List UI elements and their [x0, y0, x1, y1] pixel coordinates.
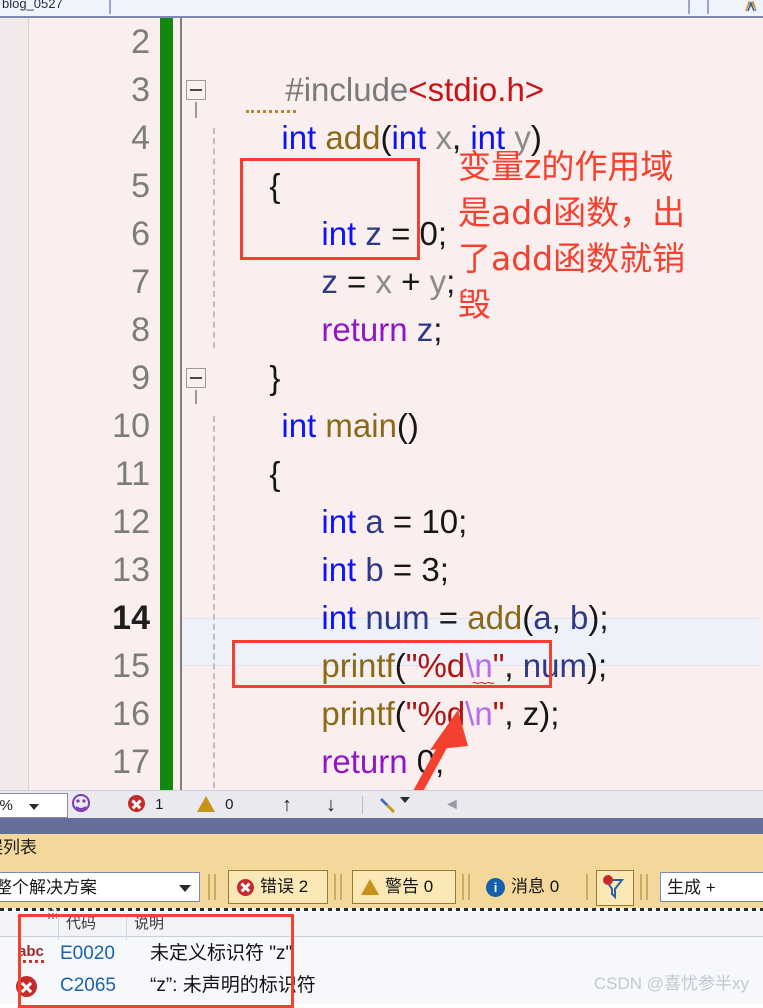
toolbar-divider [640, 874, 642, 900]
tab-blog-0527[interactable]: blog_0527 [0, 0, 71, 16]
line-number: 12 [112, 503, 150, 541]
collapse-panel-button[interactable]: ◄ [444, 795, 460, 815]
code-line[interactable]: 17 } [0, 738, 763, 786]
toolbar-divider [462, 874, 464, 900]
toolbar-divider [208, 874, 210, 900]
scope-combobox[interactable]: 整个解决方案 [0, 872, 200, 902]
line-number: 17 [112, 743, 150, 781]
chevron-down-icon[interactable] [29, 804, 39, 810]
errors-chip-label: 错误 2 [260, 877, 309, 896]
info-icon: i [486, 877, 505, 897]
annotation-box-printf-z [232, 640, 552, 688]
error-icon [128, 795, 145, 812]
line-number: 14 [112, 599, 150, 637]
warning-icon [197, 796, 215, 812]
build-filter-combobox[interactable]: 生成 + IntelliSens [660, 872, 763, 927]
chevron-down-icon[interactable] [179, 885, 191, 892]
line-number: 4 [131, 119, 150, 157]
vs-color-swatch-icon [745, 0, 759, 12]
line-number: 13 [112, 551, 150, 589]
scope-value: 整个解决方案 [0, 878, 97, 897]
status-divider [362, 796, 363, 814]
messages-filter-button[interactable]: i 消息 0 [478, 870, 582, 904]
chevron-down-icon[interactable] [400, 797, 410, 803]
collapse-toggle-icon[interactable] [186, 368, 206, 388]
filter-button[interactable] [596, 870, 634, 906]
next-issue-button[interactable]: ↓ [326, 795, 336, 815]
error-count-value: 1 [155, 796, 164, 813]
annotation-box-z-declaration [240, 158, 420, 260]
line-number: 15 [112, 647, 150, 685]
previous-issue-button[interactable]: ↑ [282, 795, 292, 815]
warning-icon [361, 879, 379, 895]
intellisense-icon[interactable] [70, 793, 92, 821]
code-line[interactable]: 12 int b = 3; [0, 498, 763, 588]
annotation-note-scope: 变量z的作用域 是add函数，出 了add函数就销 毁 [458, 147, 686, 324]
code-line[interactable]: 14 printf("%d\n", num); [0, 594, 763, 684]
line-number: 5 [131, 167, 150, 205]
code-line[interactable]: 10 { [0, 402, 763, 492]
tab-divider [109, 0, 111, 14]
panel-separator [0, 818, 763, 834]
tab-divider [707, 0, 709, 14]
warnings-filter-button[interactable]: 警告 0 [352, 870, 456, 904]
line-number: 16 [112, 695, 150, 733]
code-line[interactable]: 2 #include<stdio.h> [0, 18, 763, 108]
visual-studio-window: blog_0527 2 #include<stdio.h> 3 int add(… [0, 0, 763, 1008]
editor-tab-strip: blog_0527 [0, 0, 763, 18]
code-editor[interactable]: 2 #include<stdio.h> 3 int add(int x, int… [0, 18, 763, 790]
tab-label: blog_0527 [2, 0, 63, 11]
editor-status-bar: 6 % 1 0 ↑ ↓ ◄ [0, 790, 763, 819]
status-warning-count[interactable]: 0 [197, 795, 234, 815]
csdn-watermark: CSDN @喜忧参半xy [593, 974, 749, 993]
line-number: 8 [131, 311, 150, 349]
zoom-level-combobox[interactable]: 6 % [0, 793, 68, 818]
function-squiggle [246, 110, 296, 113]
code-line[interactable]: 9 int main() [0, 354, 763, 444]
error-list-title: 误列表 [0, 838, 37, 857]
code-line[interactable]: 3 int add(int x, int y) [0, 66, 763, 156]
line-number: 11 [114, 455, 150, 493]
errors-filter-button[interactable]: 错误 2 [228, 870, 328, 904]
code-line[interactable]: 11 int a = 10; [0, 450, 763, 540]
code-line[interactable]: 16 return 0; [0, 690, 763, 780]
error-list-toolbar: 整个解决方案 错误 2 警告 0 i 消息 0 生成 + [0, 866, 763, 927]
warnings-chip-label: 警告 0 [385, 877, 434, 896]
warning-count-value: 0 [225, 796, 234, 813]
code-line[interactable]: 13 int num = add(a, b); [0, 546, 763, 636]
line-number: 6 [131, 215, 150, 253]
toolbar-divider [468, 874, 470, 900]
toolbar-divider [586, 874, 588, 900]
toolbar-divider [334, 874, 336, 900]
line-number: 9 [131, 359, 150, 397]
messages-chip-label: 消息 0 [511, 877, 560, 896]
line-number: 3 [131, 71, 150, 109]
error-icon [237, 878, 254, 896]
zoom-level-value: 6 % [0, 797, 13, 814]
tab-divider [688, 0, 690, 14]
status-error-count[interactable]: 1 [128, 795, 164, 815]
line-number: 2 [131, 23, 150, 61]
toolbar-divider [214, 874, 216, 900]
toolbar-divider [340, 874, 342, 900]
collapse-toggle-icon[interactable] [186, 80, 206, 100]
line-number: 7 [131, 263, 150, 301]
toolbar-divider [646, 874, 648, 900]
annotation-box-errors [18, 914, 294, 1008]
resize-grip[interactable] [0, 908, 763, 911]
line-number: 10 [112, 407, 150, 445]
